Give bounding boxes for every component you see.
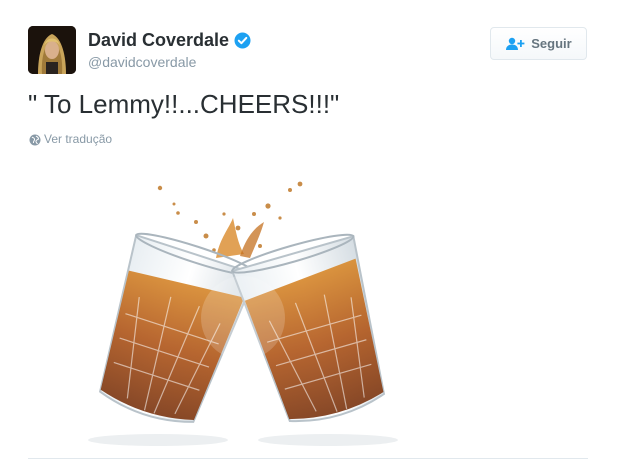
add-user-icon <box>505 37 525 51</box>
tweet-text: " To Lemmy!!...CHEERS!!!" <box>28 89 340 119</box>
whiskey-glasses-toast-image <box>28 158 588 450</box>
translate-link[interactable]: Ver tradução <box>29 132 112 146</box>
follow-button-label: Seguir <box>531 36 572 51</box>
tweet-card: David Coverdale @davidcoverdale Seguir "… <box>0 0 621 461</box>
user-handle[interactable]: @davidcoverdale <box>88 54 196 70</box>
translate-label: Ver tradução <box>44 132 113 146</box>
display-name[interactable]: David Coverdale <box>88 30 229 51</box>
divider <box>28 458 588 459</box>
follow-button[interactable]: Seguir <box>490 27 587 60</box>
name-row: David Coverdale <box>88 30 251 51</box>
globe-icon <box>29 133 41 146</box>
tweet-photo[interactable] <box>28 158 588 450</box>
avatar[interactable] <box>28 26 76 74</box>
verified-badge-icon <box>234 32 251 49</box>
